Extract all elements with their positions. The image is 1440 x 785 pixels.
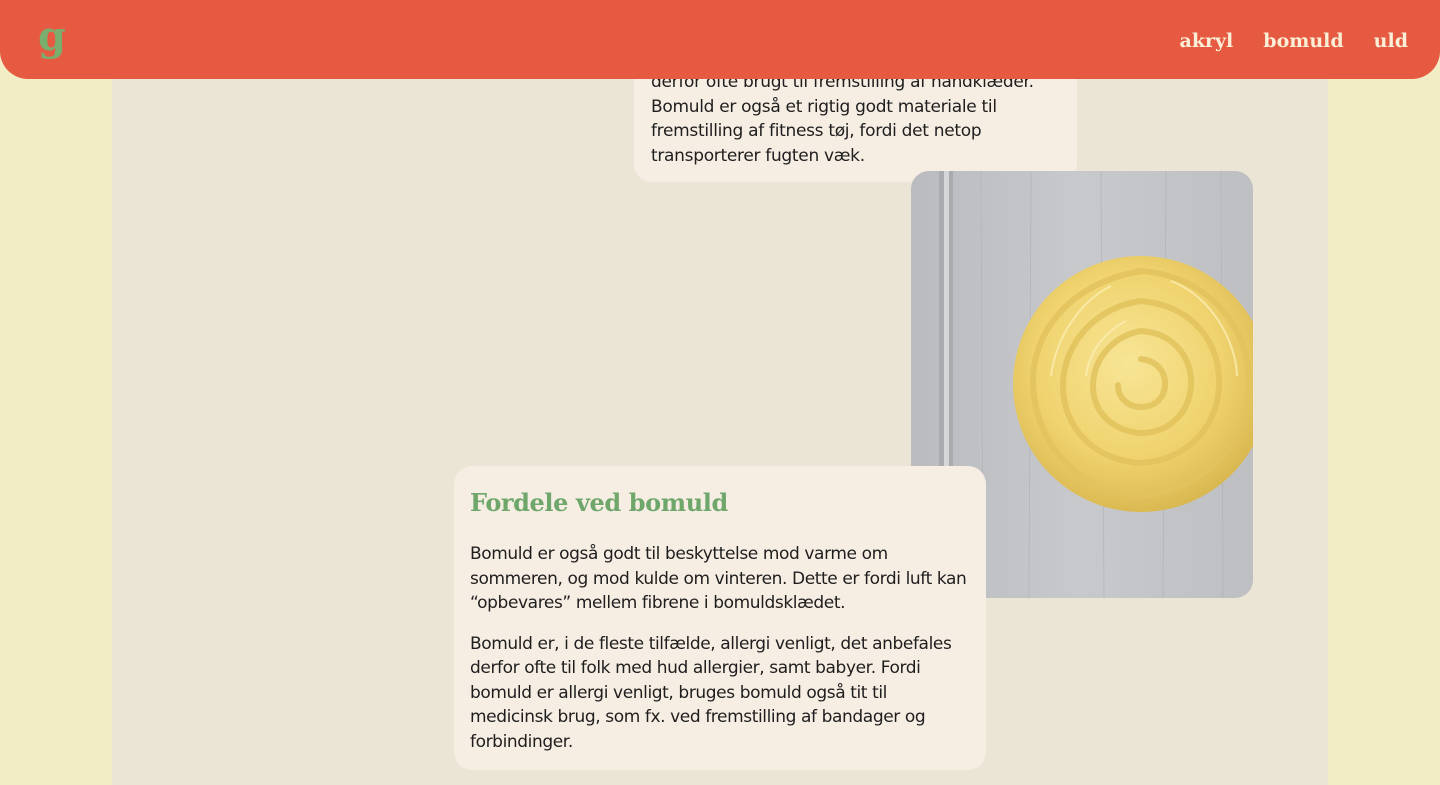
- nav-link-uld[interactable]: uld: [1374, 30, 1408, 52]
- cotton-uses-line: fremstilling af fitness tøj, fordi det n…: [651, 121, 982, 141]
- benefits-paragraph: Bomuld er, i de fleste tilfælde, allergi…: [470, 633, 952, 752]
- logo[interactable]: g: [38, 14, 66, 60]
- nav-link-akryl[interactable]: akryl: [1180, 30, 1234, 52]
- main-nav: akryl bomuld uld: [1180, 30, 1408, 52]
- cotton-uses-line: transporterer fugten væk.: [651, 145, 865, 166]
- site-header: g akryl bomuld uld: [0, 0, 1440, 79]
- benefits-paragraph: Bomuld er også godt til beskyttelse mod …: [470, 544, 967, 613]
- page: derfor ofte brugt til fremstilling af hå…: [0, 0, 1440, 785]
- benefits-card: Fordele ved bomuld Bomuld er også godt t…: [454, 466, 986, 770]
- cotton-uses-line: Bomuld er også et rigtig godt materiale …: [651, 96, 997, 117]
- benefits-heading: Fordele ved bomuld: [470, 488, 728, 517]
- nav-link-bomuld[interactable]: bomuld: [1263, 30, 1343, 52]
